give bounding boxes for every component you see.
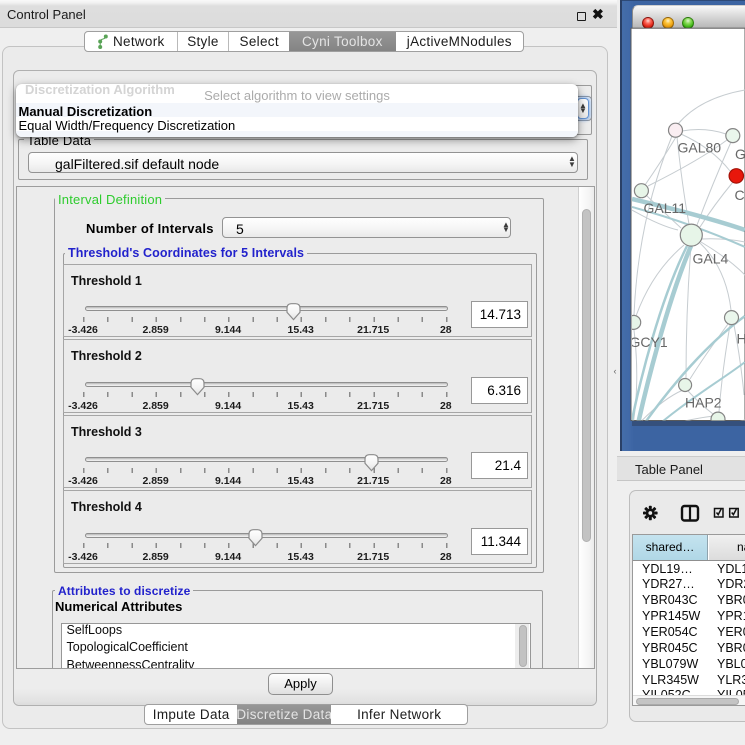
svg-text:CO: CO bbox=[735, 187, 745, 203]
svg-text:GAL4: GAL4 bbox=[693, 251, 729, 267]
svg-text:GAL80: GAL80 bbox=[678, 140, 722, 156]
svg-text:HAP2: HAP2 bbox=[685, 395, 722, 411]
svg-text:GCY1: GCY1 bbox=[630, 334, 668, 350]
svg-text:H: H bbox=[737, 331, 745, 347]
svg-text:GAL11: GAL11 bbox=[644, 200, 687, 216]
svg-text:GA: GA bbox=[735, 146, 745, 162]
